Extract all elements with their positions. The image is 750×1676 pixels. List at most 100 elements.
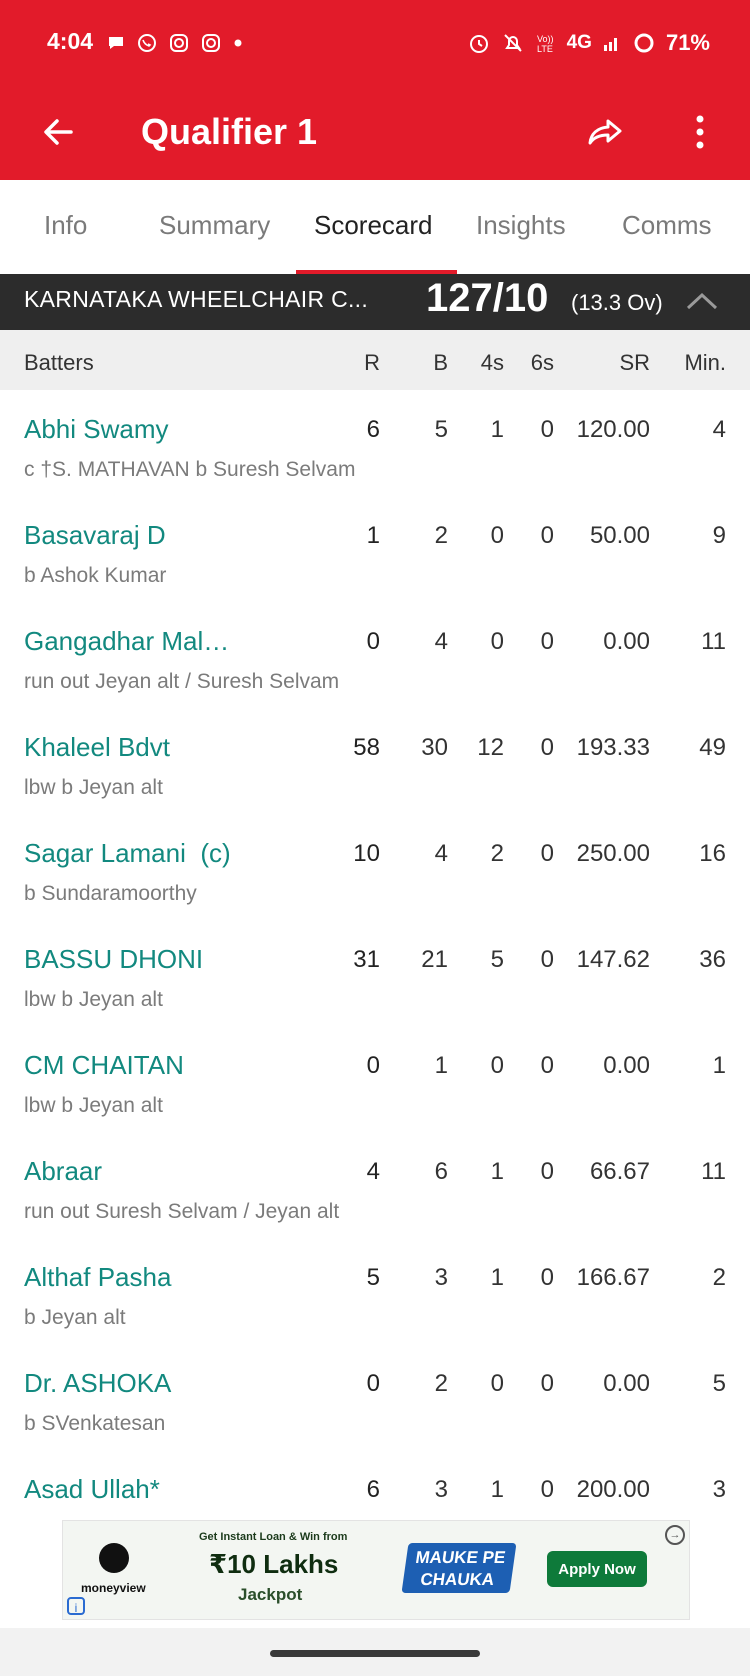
balls: 3 <box>434 1264 448 1291</box>
dismissal-text: b SVenkatesan <box>24 1412 166 1435</box>
sixes: 0 <box>540 1370 554 1397</box>
apply-now-button[interactable]: Apply Now <box>547 1551 647 1587</box>
balls: 6 <box>434 1158 448 1185</box>
header-runs: R <box>364 350 380 375</box>
table-row[interactable]: Abhi Swamy c †S. MATHAVAN b Suresh Selva… <box>0 390 750 497</box>
app-bar: 4:04 Vo)) LTE 4G 71% Qualifier 1 <box>0 0 750 180</box>
minutes: 11 <box>701 1158 726 1185</box>
header-strike-rate: SR <box>619 350 650 375</box>
batter-name[interactable]: Basavaraj D <box>24 520 166 551</box>
strike-rate: 0.00 <box>603 1052 650 1079</box>
ad-badge: MAUKE PE CHAUKA <box>401 1543 517 1593</box>
minutes: 11 <box>701 628 726 655</box>
balls: 2 <box>434 1370 448 1397</box>
chevron-up-icon[interactable] <box>684 286 720 316</box>
strike-rate: 50.00 <box>589 522 650 549</box>
batter-name[interactable]: CM CHAITAN <box>24 1050 184 1081</box>
info-icon[interactable]: i <box>67 1597 85 1615</box>
batter-name[interactable]: Asad Ullah* <box>24 1474 160 1505</box>
signal-icon <box>603 38 617 51</box>
table-row[interactable]: Khaleel Bdvt lbw b Jeyan alt 58 30 12 0 … <box>0 708 750 815</box>
minutes: 1 <box>712 1052 726 1079</box>
ad-headline: Get Instant Loan & Win from <box>199 1531 348 1543</box>
back-button[interactable] <box>34 108 82 156</box>
batter-name[interactable]: Sagar Lamani (c) <box>24 838 231 869</box>
more-options-button[interactable] <box>680 108 720 156</box>
runs: 31 <box>353 946 380 973</box>
moneyview-logo <box>99 1543 129 1573</box>
innings-header[interactable]: KARNATAKA WHEELCHAIR C... 127/10 (13.3 O… <box>0 274 750 330</box>
batter-name[interactable]: BASSU DHONI <box>24 944 203 975</box>
batter-name[interactable]: Dr. ASHOKA <box>24 1368 171 1399</box>
runs: 6 <box>366 416 380 443</box>
fours: 12 <box>477 734 504 761</box>
fours: 0 <box>490 628 504 655</box>
table-row[interactable]: Althaf Pasha b Jeyan alt 5 3 1 0 166.67 … <box>0 1238 750 1345</box>
table-row[interactable]: BASSU DHONI lbw b Jeyan alt 31 21 5 0 14… <box>0 920 750 1027</box>
strike-rate: 66.67 <box>589 1158 650 1185</box>
sixes: 0 <box>540 1052 554 1079</box>
minutes: 9 <box>712 522 726 549</box>
share-button[interactable] <box>582 108 630 156</box>
fours: 1 <box>490 1476 504 1503</box>
instagram-icon <box>170 34 188 52</box>
sixes: 0 <box>540 1158 554 1185</box>
balls: 3 <box>434 1476 448 1503</box>
toolbar: Qualifier 1 <box>0 90 750 180</box>
runs: 1 <box>366 522 380 549</box>
tab-insights[interactable]: Insights <box>476 210 566 241</box>
table-row[interactable]: Abraar run out Suresh Selvam / Jeyan alt… <box>0 1132 750 1239</box>
whatsapp-icon <box>138 34 156 52</box>
table-row[interactable]: CM CHAITAN lbw b Jeyan alt 0 1 0 0 0.00 … <box>0 1026 750 1133</box>
sixes: 0 <box>540 734 554 761</box>
svg-text:Vo)): Vo)) <box>537 34 554 44</box>
batter-name[interactable]: Khaleel Bdvt <box>24 732 170 763</box>
minutes: 3 <box>712 1476 726 1503</box>
batter-name[interactable]: Gangadhar Mal… <box>24 626 229 657</box>
table-row[interactable]: Gangadhar Mal… run out Jeyan alt / Sures… <box>0 602 750 709</box>
tab-info[interactable]: Info <box>44 210 87 241</box>
table-row[interactable]: Sagar Lamani (c) b Sundaramoorthy 10 4 2… <box>0 814 750 921</box>
table-row[interactable]: Dr. ASHOKA b SVenkatesan 0 2 0 0 0.00 5 <box>0 1344 750 1451</box>
ad-banner[interactable]: moneyview Get Instant Loan & Win from ₹1… <box>62 1520 690 1620</box>
table-row[interactable]: Basavaraj D b Ashok Kumar 1 2 0 0 50.00 … <box>0 496 750 603</box>
fours: 2 <box>490 840 504 867</box>
dismissal-text: lbw b Jeyan alt <box>24 776 163 799</box>
tab-bar: Info Summary Scorecard Insights Comms <box>0 180 750 274</box>
batter-name[interactable]: Abraar <box>24 1156 102 1187</box>
dismissal-text: run out Suresh Selvam / Jeyan alt <box>24 1200 340 1223</box>
sixes: 0 <box>540 628 554 655</box>
tab-summary[interactable]: Summary <box>159 210 270 241</box>
batter-name[interactable]: Abhi Swamy <box>24 414 169 445</box>
runs: 6 <box>366 1476 380 1503</box>
header-batters: Batters <box>24 350 94 375</box>
home-gesture-handle[interactable] <box>270 1650 480 1657</box>
minutes: 2 <box>712 1264 726 1291</box>
fours: 0 <box>490 522 504 549</box>
dismissal-text: lbw b Jeyan alt <box>24 988 163 1011</box>
table-row[interactable]: Asad Ullah* 6 3 1 0 200.00 3 <box>0 1450 750 1520</box>
chat-bubble-icon <box>109 37 123 49</box>
fours: 0 <box>490 1370 504 1397</box>
strike-rate: 147.62 <box>576 946 650 973</box>
header-sixes: 6s <box>530 350 554 375</box>
strike-rate: 166.67 <box>576 1264 650 1291</box>
innings-team: KARNATAKA WHEELCHAIR C... <box>24 286 369 312</box>
balls: 4 <box>434 628 448 655</box>
tab-scorecard[interactable]: Scorecard <box>314 210 433 241</box>
batting-table-header: Batters R B 4s 6s SR Min. <box>0 330 750 390</box>
tab-comms[interactable]: Comms <box>622 210 712 241</box>
ad-choices-icon[interactable]: → <box>665 1525 685 1545</box>
strike-rate: 120.00 <box>576 416 650 443</box>
network-4g-label: 4G <box>566 32 592 53</box>
minutes: 5 <box>712 1370 726 1397</box>
header-minutes: Min. <box>684 350 726 375</box>
runs: 4 <box>366 1158 380 1185</box>
alarm-icon <box>469 35 488 53</box>
minutes: 4 <box>712 416 726 443</box>
svg-text:LTE: LTE <box>537 44 553 54</box>
batter-name[interactable]: Althaf Pasha <box>24 1262 171 1293</box>
strike-rate: 193.33 <box>576 734 650 761</box>
balls: 4 <box>434 840 448 867</box>
minutes: 49 <box>699 734 726 761</box>
